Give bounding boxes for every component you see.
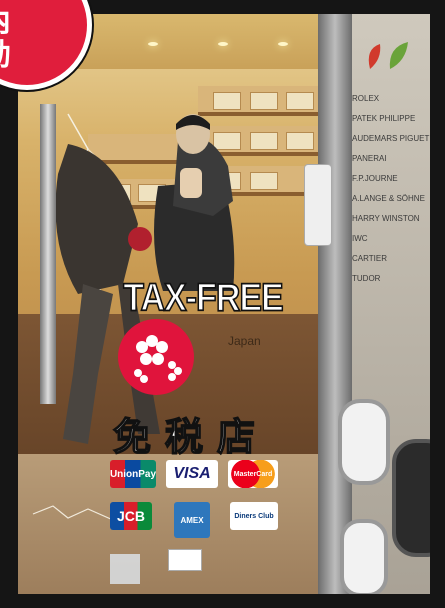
ceiling-light: [148, 42, 158, 46]
door-frame: [318, 14, 352, 594]
watch-display: [392, 439, 430, 557]
mastercard-card: MasterCard: [228, 460, 278, 488]
brand-iwc: IWC: [352, 234, 368, 243]
store-scene: ROLEX PATEK PHILIPPE AUDEMARS PIGUET PAN…: [18, 14, 430, 594]
watch-box: [286, 92, 314, 110]
watch-display: [340, 519, 388, 594]
ceiling-light: [278, 42, 288, 46]
door-pole: [40, 104, 56, 404]
brand-fpjourne: F.P.JOURNE: [352, 174, 398, 183]
jcb-card: JCB: [110, 502, 152, 530]
brand-panerai: PANERAI: [352, 154, 387, 163]
leaf-logo: [368, 42, 408, 69]
door-sticker: [110, 554, 140, 584]
watch-box: [250, 132, 278, 150]
sanitizer-dispenser: [304, 164, 332, 246]
ceiling-light: [218, 42, 228, 46]
photo-frame: ROLEX PATEK PHILIPPE AUDEMARS PIGUET PAN…: [0, 0, 445, 608]
diners-club-card: Diners Club: [230, 502, 278, 530]
tax-free-sign: TAX-FREE: [123, 275, 285, 320]
brand-cartier: CARTIER: [352, 254, 387, 263]
caption-line-2: 搶劫: [0, 39, 11, 73]
brand-tudor: TUDOR: [352, 274, 381, 283]
watch-display: [338, 399, 390, 485]
visa-card: VISA: [166, 460, 218, 488]
japan-label: Japan: [228, 334, 261, 348]
brand-harry-winston: HARRY WINSTON: [352, 214, 420, 223]
watch-box: [250, 172, 278, 190]
brand-rolex: ROLEX: [352, 94, 380, 103]
watch-box: [286, 132, 314, 150]
brand-audemars: AUDEMARS PIGUET: [352, 134, 430, 143]
amex-card: AMEX: [174, 502, 210, 538]
brand-patek: PATEK PHILIPPE: [352, 114, 416, 123]
brand-lange: A.LANGE & SÖHNE: [352, 194, 425, 203]
payment-sticker: [168, 549, 202, 571]
japan-tax-free-logo: [118, 319, 194, 395]
cherry-blossom-icon: [134, 335, 182, 383]
duty-free-sign: 免税店: [112, 414, 270, 460]
unionpay-card: UnionPay: [110, 460, 156, 488]
watch-box: [250, 92, 278, 110]
caption-line-1: 店內: [0, 5, 11, 39]
